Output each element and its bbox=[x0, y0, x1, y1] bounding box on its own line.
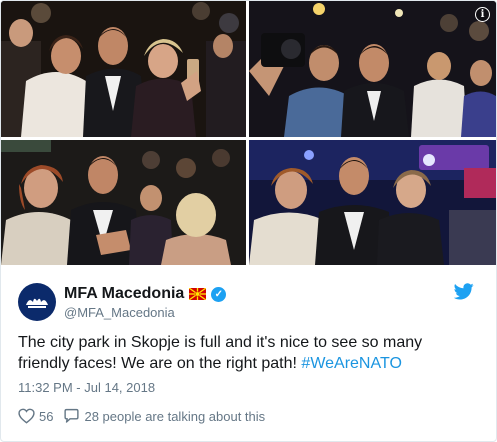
tweet-actions: 56 28 people are talking about this bbox=[18, 408, 275, 424]
info-icon[interactable]: i bbox=[475, 7, 490, 22]
speech-bubble-icon bbox=[64, 408, 80, 423]
timestamp[interactable]: 11:32 PM - Jul 14, 2018 bbox=[18, 380, 155, 395]
verified-badge-icon: ✓ bbox=[211, 286, 227, 302]
like-button[interactable]: 56 bbox=[18, 408, 53, 424]
tweet-text: The city park in Skopje is full and it's… bbox=[18, 332, 478, 374]
photo-crowd-3[interactable] bbox=[1, 140, 246, 265]
twitter-bird-icon[interactable] bbox=[454, 283, 474, 300]
author-name-row: MFA Macedonia ✓ bbox=[64, 285, 227, 303]
tweet-body: MFA Macedonia ✓ @MFA_Macedonia The city … bbox=[1, 265, 496, 441]
hashtag-link[interactable]: #WeAreNATO bbox=[301, 355, 401, 372]
photo-group-4[interactable] bbox=[249, 140, 496, 265]
tweet-card: i MFA Macedonia ✓ @MFA_Macedonia The cit… bbox=[0, 0, 497, 442]
macedonia-flag-icon bbox=[189, 288, 207, 300]
mfa-logo-icon bbox=[26, 298, 48, 308]
handle[interactable]: @MFA_Macedonia bbox=[64, 305, 175, 320]
display-name[interactable]: MFA Macedonia bbox=[64, 285, 184, 303]
conversation-count: 28 people are talking about this bbox=[84, 408, 266, 424]
heart-icon bbox=[18, 408, 35, 424]
conversation-link[interactable]: 28 people are talking about this bbox=[63, 408, 265, 424]
photo-grid: i bbox=[1, 1, 496, 265]
photo-crowd-selfie-2[interactable]: i bbox=[249, 1, 496, 137]
like-count: 56 bbox=[39, 408, 54, 424]
photo-crowd-selfie-1[interactable] bbox=[1, 1, 246, 137]
avatar[interactable] bbox=[18, 283, 56, 321]
